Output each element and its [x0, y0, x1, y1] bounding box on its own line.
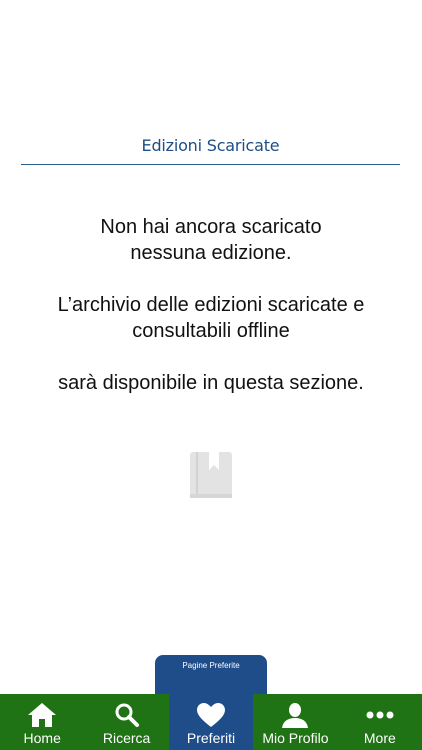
favorite-pages-tab[interactable]: Pagine Preferite: [155, 655, 267, 695]
empty-state-line-2: nessuna edizione.: [130, 242, 292, 264]
section-title: Edizioni Scaricate: [141, 136, 280, 155]
empty-state-line-4: consultabili offline: [132, 320, 290, 342]
empty-state-line-3: L’archivio delle edizioni scaricate e: [57, 294, 365, 316]
tab-more-label: More: [363, 730, 396, 746]
heart-icon: [196, 702, 226, 728]
bottom-tab-bar: Home Ricerca Preferiti Mio Profilo More: [0, 694, 422, 750]
user-icon: [280, 702, 310, 728]
home-icon: [27, 702, 57, 728]
section-header: Edizioni Scaricate: [21, 128, 400, 165]
empty-state-message: Non hai ancora scaricato nessuna edizion…: [0, 214, 422, 422]
tab-favorites-label: Preferiti: [186, 730, 236, 746]
favorite-pages-tab-label: Pagine Preferite: [182, 661, 240, 670]
empty-state-line-1: Non hai ancora scaricato: [100, 216, 322, 238]
tab-favorites[interactable]: Preferiti: [168, 694, 254, 750]
tab-my-profile[interactable]: Mio Profilo: [253, 694, 337, 750]
more-dots-icon: [365, 702, 395, 728]
empty-state-line-5: sarà disponibile in questa sezione.: [58, 372, 364, 394]
empty-state-paragraph-3: sarà disponibile in questa sezione.: [0, 370, 422, 396]
empty-state-paragraph-2: L’archivio delle edizioni scaricate e co…: [0, 292, 422, 344]
tab-home[interactable]: Home: [0, 694, 84, 750]
tab-my-profile-label: Mio Profilo: [262, 730, 329, 746]
tab-search[interactable]: Ricerca: [84, 694, 168, 750]
book-bookmark-icon: [189, 450, 233, 500]
empty-state-paragraph-1: Non hai ancora scaricato nessuna edizion…: [0, 214, 422, 266]
tab-more[interactable]: More: [338, 694, 422, 750]
tab-home-label: Home: [23, 730, 61, 746]
tab-search-label: Ricerca: [102, 730, 151, 746]
search-icon: [112, 702, 142, 728]
